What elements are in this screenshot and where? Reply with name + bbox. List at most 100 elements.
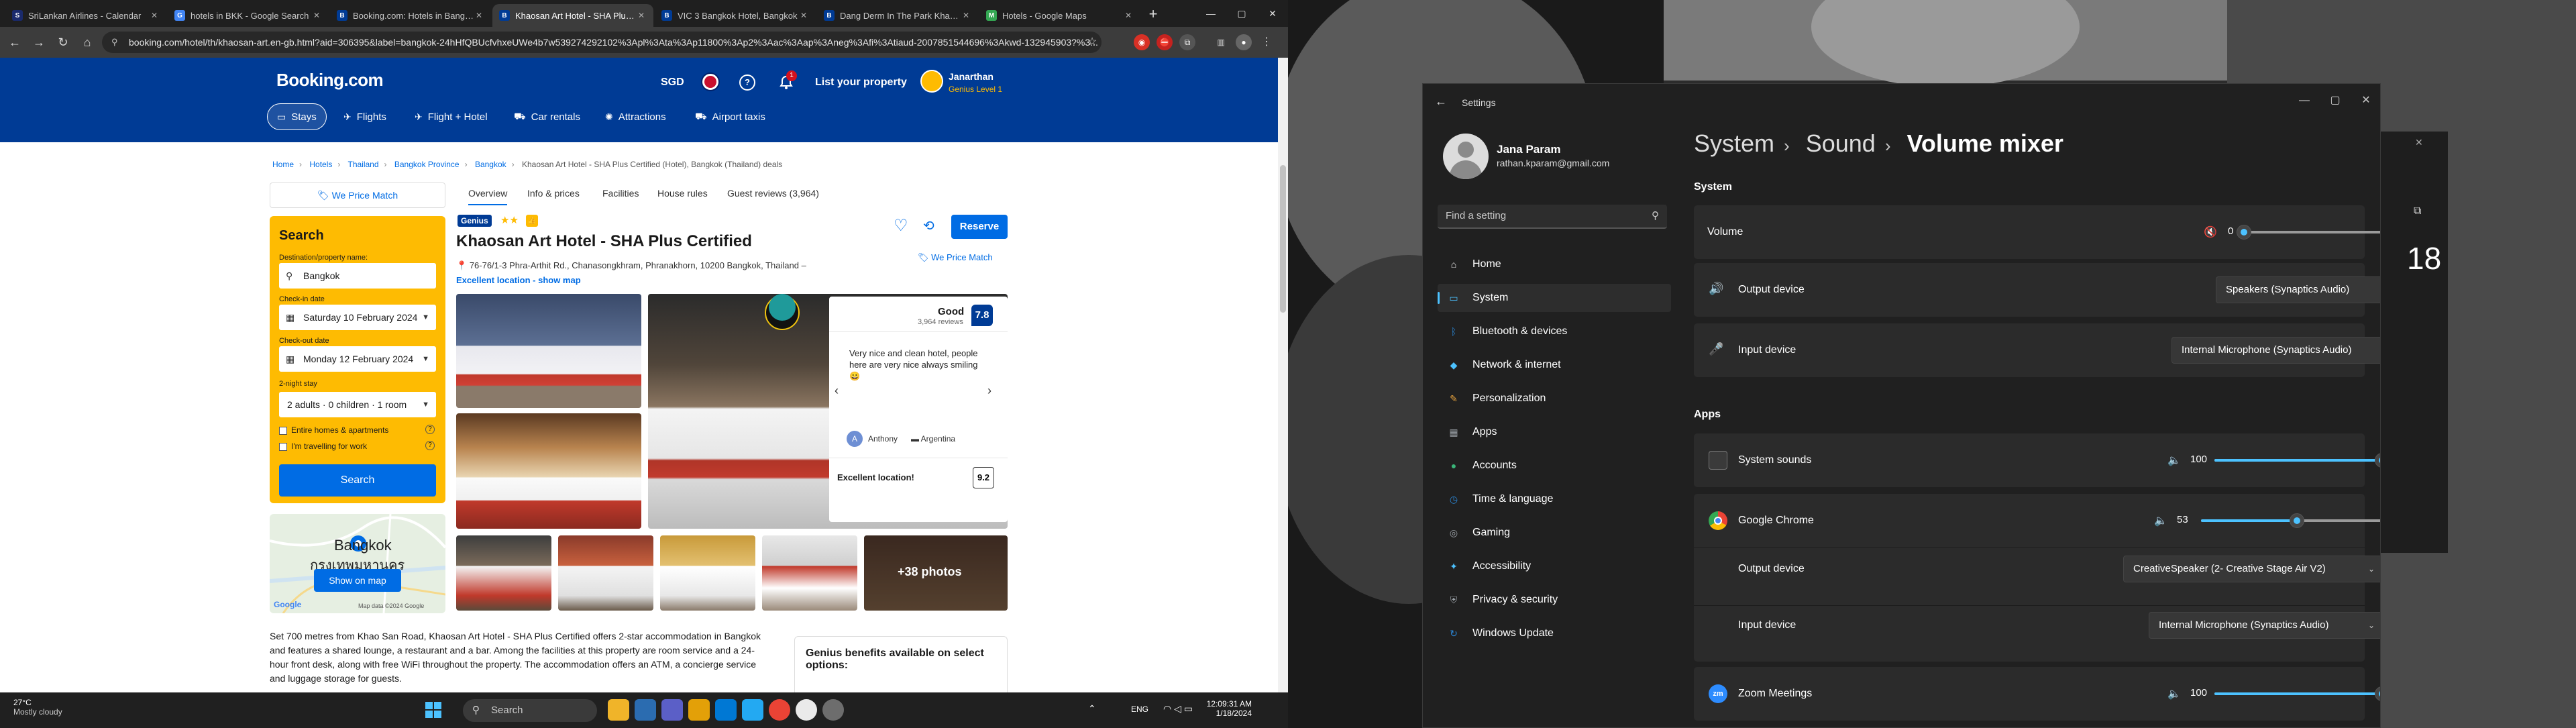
nav-windows-update[interactable]: ↻ Windows Update [1438,619,1671,647]
app-volume-slider[interactable] [2214,686,2380,701]
nav-system[interactable]: ▭ System [1438,284,1671,312]
hotel-photo[interactable] [456,413,641,529]
list-property-link[interactable]: List your property [815,76,907,89]
back-arrow-icon[interactable]: ← [5,33,24,52]
close-tab-icon[interactable]: ✕ [798,11,809,20]
app-volume-slider[interactable] [2201,513,2380,528]
tab-info-prices[interactable]: Info & prices [527,188,580,199]
notification-bell-icon[interactable]: 1 [778,70,797,91]
sticky-notes-icon[interactable] [688,699,710,721]
checkbox[interactable] [279,426,287,435]
start-windows-icon[interactable] [424,700,445,722]
tab-overview[interactable]: Overview [468,188,508,205]
bookmark-star-icon[interactable]: ☆ [1083,33,1102,52]
close-tab-icon[interactable]: ✕ [311,11,322,20]
entire-homes-checkbox[interactable]: Entire homes & apartments? [279,425,435,435]
scrollbar-thumb[interactable] [1280,165,1286,313]
back-arrow-icon[interactable]: ← [1435,95,1447,109]
breadcrumb-item[interactable]: Hotels [309,160,332,169]
checkout-field[interactable]: ▦ Monday 12 February 2024 ▼ [279,346,436,372]
close-tab-icon[interactable]: ✕ [474,11,484,20]
chrome-output-dropdown[interactable]: CreativeSpeaker (2- Creative Stage Air V… [2123,556,2380,582]
output-device-dropdown[interactable]: Speakers (Synaptics Audio)⌄ [2216,276,2380,303]
nav-stays[interactable]: ▭ Stays [267,103,327,130]
minimize-button[interactable]: — [2291,91,2318,111]
nav-car-rentals[interactable]: ⛟ Car rentals [504,103,590,130]
input-device-row[interactable]: 🎤 Input device Internal Microphone (Syna… [1694,323,2380,377]
nav-airport-taxis[interactable]: ⛟ Airport taxis [686,103,775,130]
site-info-icon[interactable]: ⚲ [111,32,118,53]
reserve-button[interactable]: Reserve [951,215,1008,239]
browser-tab[interactable]: Ghotels in BKK - Google Search ✕ [168,4,329,27]
nav-network[interactable]: ◆ Network & internet [1438,351,1671,379]
app-volume-slider[interactable] [2214,453,2380,468]
browser-tab[interactable]: B VIC 3 Bangkok Hotel, Bangkok ✕ [655,4,816,27]
slider-thumb[interactable] [2237,225,2251,240]
hotel-photo-thumb[interactable] [660,535,755,611]
tray-chevron-icon[interactable]: ⌃ [1088,703,1096,715]
clock[interactable]: 12:09:31 AM 1/18/2024 [1205,699,1252,718]
destination-input[interactable]: ⚲ Bangkok [279,263,436,289]
close-icon[interactable]: ✕ [2415,137,2423,148]
currency-selector[interactable]: SGD [661,76,684,89]
forward-arrow-icon[interactable]: → [30,33,48,52]
close-tab-icon[interactable]: ✕ [961,11,971,20]
chevron-left-icon[interactable]: ‹ [835,384,839,398]
taskbar-search[interactable]: ⚲ Search [463,699,597,722]
weather-widget[interactable]: 27°C Mostly cloudy [13,698,62,717]
home-icon[interactable]: ⌂ [78,33,97,52]
nav-privacy[interactable]: ⛨ Privacy & security [1438,586,1671,614]
extension-icon[interactable]: ◉ [1134,34,1150,50]
side-panel-icon[interactable]: ▥ [1213,34,1229,50]
close-tab-icon[interactable]: ✕ [149,11,160,20]
nav-flight-hotel[interactable]: ✈ Flight + Hotel [405,103,497,130]
nav-apps[interactable]: ▦ Apps [1438,418,1671,446]
settings-gear-icon[interactable] [822,699,844,721]
uk-flag-icon[interactable] [702,74,718,90]
nav-home[interactable]: ⌂ Home [1438,250,1671,278]
network-volume-battery-icon[interactable]: ◠ ◁ ▭ [1163,703,1193,715]
nav-personalization[interactable]: ✎ Personalization [1438,384,1671,413]
browser-tab[interactable]: B Booking.com: Hotels in Bangkok ✕ [330,4,491,27]
chrome-icon[interactable] [769,699,790,721]
breadcrumb-item[interactable]: Bangkok Province [394,160,460,169]
speaker-icon[interactable]: 🔈 [2154,514,2167,527]
close-window-button[interactable]: ✕ [1257,0,1288,27]
tab-guest-reviews[interactable]: Guest reviews (3,964) [727,188,819,199]
price-match-banner[interactable]: 🏷 We Price Match [270,183,445,208]
heart-icon[interactable]: ♡ [894,216,908,236]
info-icon[interactable]: ? [425,441,435,450]
guests-selector[interactable]: 2 adults · 0 children · 1 room ▼ [279,392,436,417]
search-button[interactable]: Search [279,464,436,497]
vscode-icon[interactable] [742,699,763,721]
user-avatar[interactable] [1443,134,1489,179]
minimize-button[interactable]: — [1195,0,1226,27]
speaker-muted-icon[interactable]: 🔇 [2204,225,2217,239]
work-travel-checkbox[interactable]: I'm travelling for work? [279,441,435,451]
nav-accounts[interactable]: ● Accounts [1438,452,1671,480]
user-avatar[interactable] [920,70,943,93]
info-icon[interactable]: ? [425,425,435,434]
user-name[interactable]: Janarthan [949,71,994,82]
close-tab-icon[interactable]: ✕ [1123,11,1134,20]
slider-thumb[interactable] [2375,686,2380,701]
breadcrumb-system[interactable]: System [1694,129,1774,157]
more-photos-tile[interactable]: +38 photos [864,535,1008,611]
tab-facilities[interactable]: Facilities [602,188,639,199]
extensions-puzzle-icon[interactable]: ⧉ [1179,34,1195,50]
hotel-photo-thumb[interactable] [762,535,857,611]
help-icon[interactable]: ? [739,74,755,91]
github-icon[interactable] [796,699,817,721]
hotel-photo-thumb[interactable] [456,535,551,611]
nav-accessibility[interactable]: ✦ Accessibility [1438,552,1671,580]
nav-attractions[interactable]: ✺ Attractions [596,103,676,130]
nav-flights[interactable]: ✈ Flights [334,103,396,130]
settings-search-input[interactable]: Find a setting ⚲ [1438,205,1667,229]
close-button[interactable]: ✕ [2353,91,2379,111]
checkin-field[interactable]: ▦ Saturday 10 February 2024 ▼ [279,305,436,330]
hotel-photo[interactable] [456,294,641,408]
outlook-icon[interactable] [715,699,737,721]
teams-icon[interactable] [661,699,683,721]
show-on-map-button[interactable]: Show on map [314,569,401,592]
address-bar[interactable]: ⚲ booking.com/hotel/th/khaosan-art.en-gb.… [102,32,1102,53]
